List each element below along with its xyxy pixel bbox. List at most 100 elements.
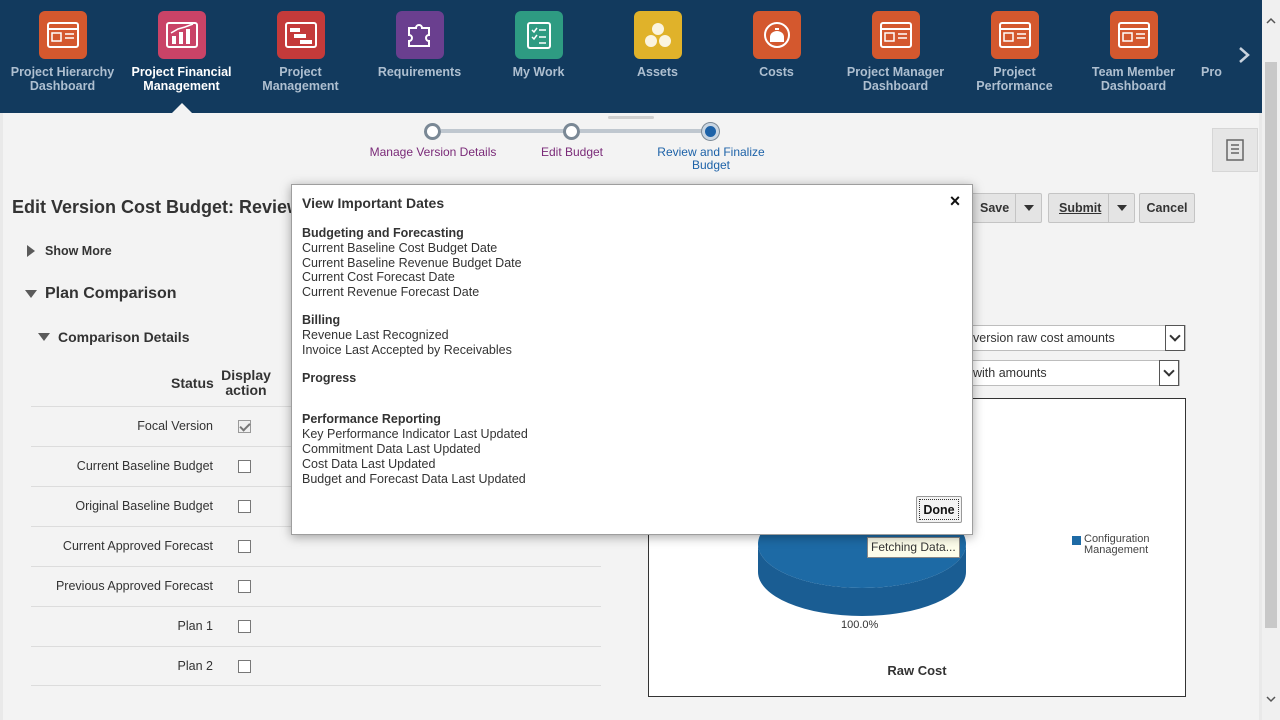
comparison-details-header[interactable]: Comparison Details: [38, 329, 189, 345]
show-more-toggle[interactable]: Show More: [27, 244, 112, 258]
section-heading: Billing: [302, 313, 341, 327]
puzzle-icon: [395, 11, 444, 59]
save-menu-button[interactable]: [1015, 194, 1041, 222]
amount-type-select-value: version raw cost amounts: [973, 331, 1115, 345]
close-icon[interactable]: ×: [947, 192, 963, 210]
scroll-up-icon[interactable]: [1265, 14, 1277, 26]
nav-label: Project Manager Dashboard: [846, 65, 945, 93]
chevron-down-icon: [1023, 205, 1034, 211]
dashboard-icon: [871, 11, 920, 59]
row-label: Current Approved Forecast: [62, 539, 213, 553]
submit-menu-button[interactable]: [1108, 194, 1134, 222]
display-option-select-value: with amounts: [973, 366, 1047, 380]
document-icon: [1226, 139, 1244, 161]
nav-label: Project Performance: [976, 65, 1053, 93]
train-step-label: Review and Finalize Budget: [657, 145, 765, 172]
column-header-status: Status: [171, 375, 214, 391]
piggy-bank-icon: [752, 11, 801, 59]
nav-item-project-manager-dashboard[interactable]: Project Manager Dashboard: [836, 0, 955, 113]
display-checkbox[interactable]: [238, 500, 251, 513]
date-label: Key Performance Indicator Last Updated: [302, 427, 528, 441]
section-heading: Budgeting and Forecasting: [302, 226, 464, 240]
submit-button-label: Submit: [1059, 201, 1102, 215]
chart-legend: Configuration Management: [1072, 534, 1150, 556]
row-label: Current Baseline Budget: [76, 459, 213, 473]
dashboard-icon: [38, 11, 87, 59]
submit-button[interactable]: Submit: [1048, 193, 1135, 223]
display-checkbox[interactable]: [238, 660, 251, 673]
nav-label: Pro: [1201, 65, 1222, 79]
done-button-label: Done: [923, 502, 955, 517]
plan-comparison-header[interactable]: Plan Comparison: [25, 285, 177, 303]
chevron-down-icon: [1116, 205, 1127, 211]
nav-item-team-member-dashboard[interactable]: Team Member Dashboard: [1074, 0, 1193, 113]
train-step-2-marker[interactable]: [563, 123, 580, 140]
train-step-3-marker: [702, 123, 719, 140]
nav-item-project-performance[interactable]: Project Performance: [955, 0, 1074, 113]
date-label: Current Cost Forecast Date: [302, 270, 455, 284]
nav-label: Requirements: [377, 65, 462, 79]
nav-label: Project Management: [262, 65, 339, 93]
display-checkbox[interactable]: [238, 460, 251, 473]
done-button[interactable]: Done: [916, 496, 962, 523]
date-label: Current Revenue Forecast Date: [302, 285, 480, 299]
train-step-label[interactable]: Manage Version Details: [368, 146, 498, 159]
display-checkbox[interactable]: [238, 620, 251, 633]
scroll-down-icon[interactable]: [1265, 692, 1277, 704]
section-heading: Performance Reporting: [302, 412, 441, 426]
bar-chart-icon: [157, 11, 206, 59]
scrollbar-thumb[interactable]: [1265, 62, 1277, 628]
pie-slice-label: 100.0%: [841, 619, 879, 631]
nav-item-costs[interactable]: Costs: [717, 0, 836, 113]
nav-item-requirements[interactable]: Requirements: [360, 0, 479, 113]
row-label: Previous Approved Forecast: [55, 579, 213, 593]
date-label: Invoice Last Accepted by Receivables: [302, 343, 512, 357]
vertical-scrollbar[interactable]: [1262, 0, 1280, 720]
collapse-icon: [38, 333, 50, 341]
row-label: Focal Version: [137, 419, 213, 433]
display-checkbox[interactable]: [238, 540, 251, 553]
display-checkbox[interactable]: [238, 420, 251, 433]
chevron-down-icon[interactable]: [1165, 325, 1185, 351]
nav-item-partial[interactable]: Pro: [1193, 0, 1223, 113]
cancel-button[interactable]: Cancel: [1139, 193, 1195, 223]
comparison-details-title: Comparison Details: [58, 329, 190, 345]
nav-label: My Work: [512, 65, 565, 79]
date-label: Current Baseline Cost Budget Date: [302, 241, 498, 255]
dashboard-icon: [1109, 11, 1158, 59]
loading-tooltip: Fetching Data...: [867, 537, 960, 558]
drag-handle[interactable]: [608, 116, 654, 119]
nav-item-my-work[interactable]: My Work: [479, 0, 598, 113]
date-label: Budget and Forecast Data Last Updated: [302, 472, 526, 486]
page-title: Edit Version Cost Budget: Review: [12, 197, 302, 217]
plan-comparison-title: Plan Comparison: [45, 285, 177, 302]
date-label: Current Baseline Revenue Budget Date: [302, 256, 522, 270]
table-row: Plan 1: [31, 606, 601, 646]
chart-title: Raw Cost: [887, 663, 947, 678]
train-step-1-marker[interactable]: [424, 123, 441, 140]
show-more-label: Show More: [45, 244, 112, 258]
nav-item-project-financial-management[interactable]: Project Financial Management: [122, 0, 241, 113]
table-row: Plan 2: [31, 646, 601, 686]
row-label: Plan 2: [177, 659, 213, 673]
chevron-right-icon[interactable]: [1233, 40, 1255, 70]
nav-label: Project Financial Management: [131, 65, 232, 93]
save-button[interactable]: Save: [966, 193, 1042, 223]
side-panel-tab[interactable]: [1212, 128, 1258, 172]
date-label: Commitment Data Last Updated: [302, 442, 481, 456]
assets-icon: [633, 11, 682, 59]
nav-label: Costs: [759, 65, 794, 79]
nav-item-project-hierarchy-dashboard[interactable]: Project Hierarchy Dashboard: [3, 0, 122, 113]
nav-item-assets[interactable]: Assets: [598, 0, 717, 113]
springboard-bar: Project Hierarchy Dashboard Project Fina…: [0, 0, 1262, 113]
chevron-down-icon[interactable]: [1159, 360, 1179, 386]
date-label: Cost Data Last Updated: [302, 457, 436, 471]
train-step-label[interactable]: Edit Budget: [507, 146, 637, 159]
train-connector: [580, 129, 711, 133]
dialog-title: View Important Dates: [302, 195, 445, 211]
display-checkbox[interactable]: [238, 580, 251, 593]
column-header-display-action: Display action: [221, 367, 271, 398]
nav-label: Team Member Dashboard: [1091, 65, 1176, 93]
legend-swatch: [1072, 536, 1081, 545]
nav-item-project-management[interactable]: Project Management: [241, 0, 360, 113]
